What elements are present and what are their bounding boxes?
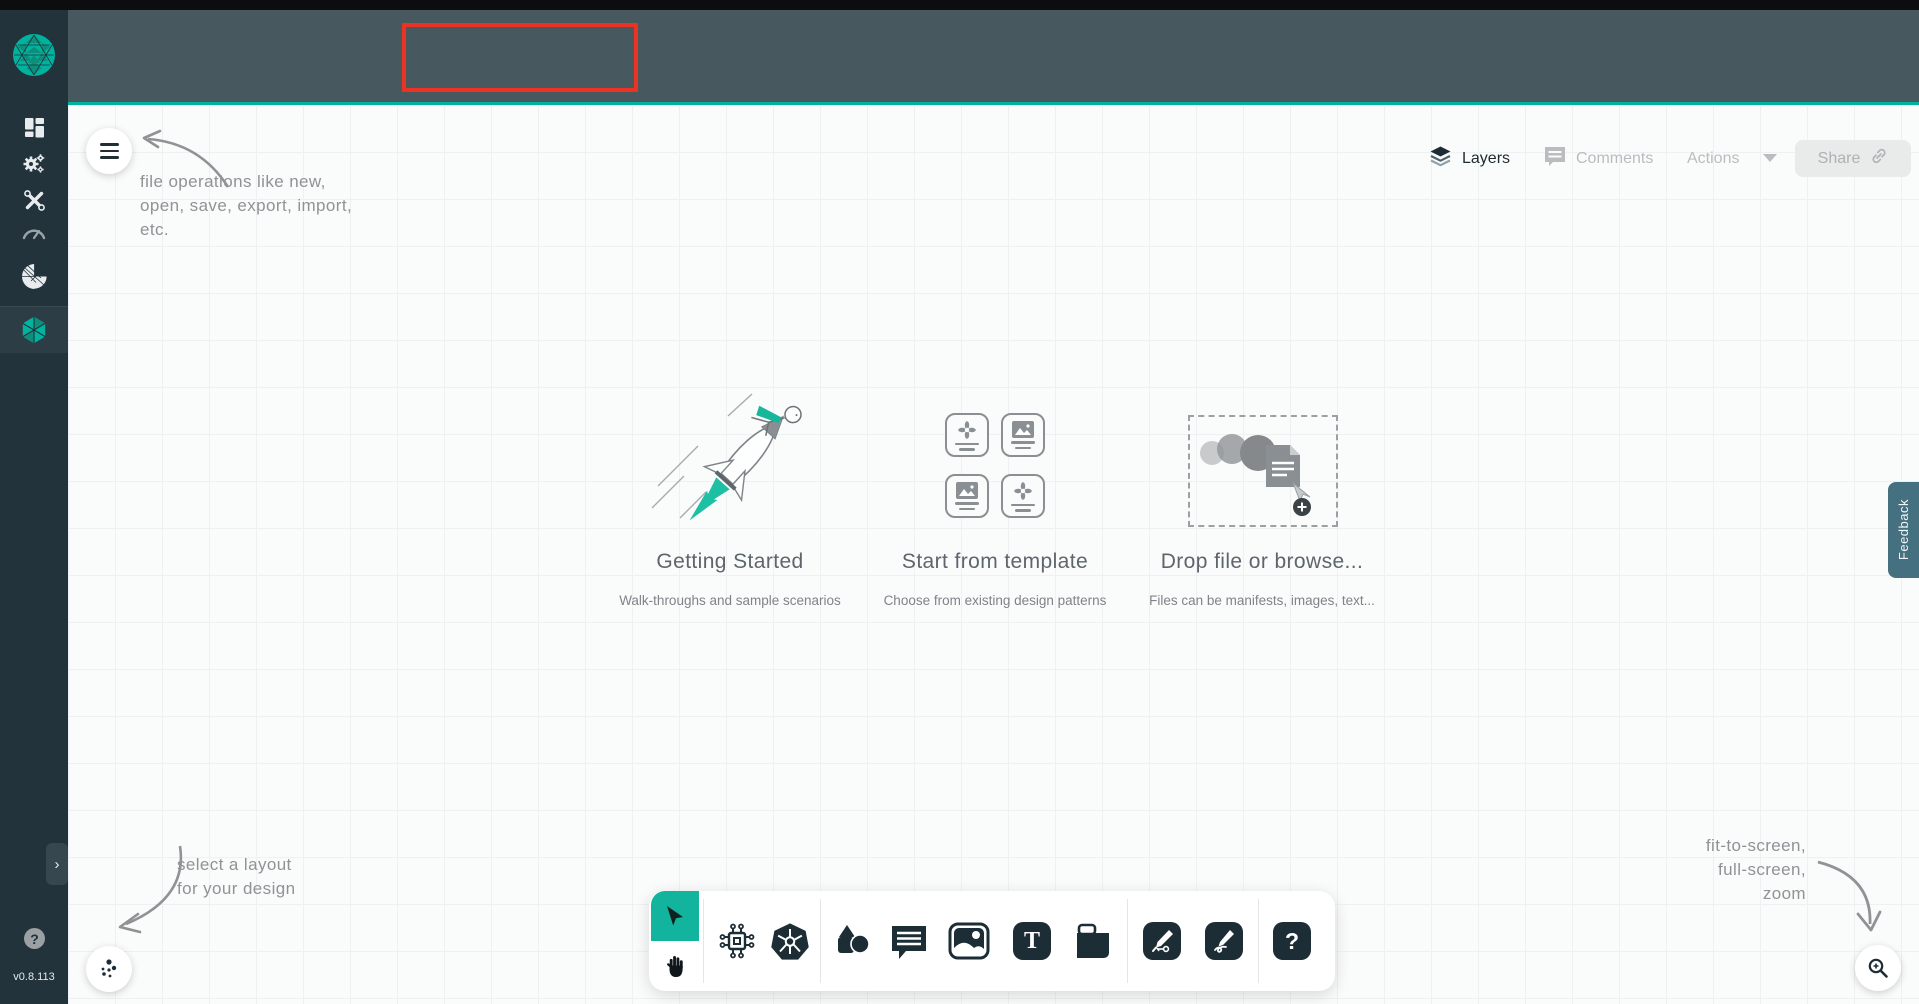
rocket-illustration-icon (651, 393, 802, 521)
help-question-icon: ? (1273, 922, 1311, 960)
kubernetes-icon (771, 922, 809, 960)
section-tool[interactable] (1070, 919, 1116, 963)
select-tool[interactable] (651, 891, 699, 941)
link-icon (1870, 147, 1888, 170)
comment-icon (1543, 145, 1567, 173)
toolbar-divider (1258, 899, 1259, 983)
card-title[interactable]: Drop file or browse... (1152, 550, 1372, 574)
layers-toggle[interactable]: Layers (1428, 140, 1510, 177)
text-tool-icon: T (1013, 922, 1051, 960)
drop-file-zone[interactable] (1188, 415, 1338, 527)
kanvas-app: › ? v0.8.113 KANVAS (0, 0, 1919, 1004)
toolbar-divider (703, 899, 704, 983)
start-from-template-card[interactable] (945, 413, 1045, 523)
card-subtitle: Files can be manifests, images, text... (1149, 593, 1375, 608)
tools-toolbar: T ? (649, 891, 1335, 991)
edge-pen-tool[interactable] (1140, 919, 1184, 963)
annotation-arrow (1817, 860, 1882, 932)
zoom-annotation: fit-to-screen, full-screen, zoom (1705, 836, 1806, 903)
zoom-in-icon (1868, 958, 1888, 978)
image-tool-icon (948, 922, 990, 960)
zoom-button[interactable] (1855, 945, 1901, 991)
app-header (68, 10, 1919, 105)
toolbar-divider (1127, 899, 1128, 983)
toolbar-divider (820, 899, 821, 983)
component-tool[interactable] (715, 919, 759, 963)
caret-down-icon (1762, 150, 1778, 168)
freehand-draw-tool[interactable] (1202, 919, 1246, 963)
card-title[interactable]: Getting Started (610, 550, 850, 574)
kubernetes-tool[interactable] (767, 919, 813, 963)
template-tile-spiral-icon (1001, 474, 1045, 518)
menu-icon (99, 142, 119, 160)
shapes-tool-icon (838, 925, 870, 954)
version-label: v0.8.113 (13, 971, 55, 983)
feedback-tab[interactable]: Feedback (1888, 482, 1919, 578)
text-tool[interactable]: T (1010, 919, 1054, 963)
sidebar-collapse-toggle[interactable]: › (46, 843, 68, 885)
annotation-text-icon (892, 925, 926, 959)
sidebar-item-kanvas[interactable] (0, 312, 68, 348)
template-tile-spiral-icon (945, 413, 989, 457)
layout-dots-icon (101, 959, 117, 978)
file-menu-button[interactable] (86, 128, 132, 174)
drop-file-icon (1200, 434, 1311, 516)
chevron-right-icon: › (54, 855, 60, 873)
performance-gauge-icon[interactable] (0, 219, 68, 245)
comment-tool[interactable] (886, 919, 932, 963)
edge-pen-icon (1143, 922, 1181, 960)
comments-toggle[interactable]: Comments (1543, 140, 1653, 177)
cursor-tool-icon (667, 906, 683, 926)
getting-started-card[interactable] (640, 390, 830, 550)
pan-hand-icon (666, 955, 683, 977)
configuration-tools-icon[interactable] (0, 186, 68, 214)
dashboard-icon[interactable] (0, 113, 68, 141)
share-button[interactable]: Share (1795, 140, 1911, 177)
card-subtitle: Walk-throughs and sample scenarios (619, 593, 841, 608)
component-chip-icon (719, 923, 755, 959)
actions-menu[interactable]: Actions (1687, 140, 1778, 177)
freehand-pencil-icon (1205, 922, 1243, 960)
meshery-logo-icon[interactable] (0, 32, 68, 78)
pan-tool[interactable] (651, 941, 699, 991)
template-tile-image-icon (1001, 413, 1045, 457)
toolbar-help[interactable]: ? (1270, 919, 1314, 963)
window-top-strip (0, 0, 1919, 10)
card-subtitle: Choose from existing design patterns (883, 593, 1107, 608)
tab-shape-icon (1077, 923, 1109, 958)
template-tile-image-icon (945, 474, 989, 518)
layout-annotation: select a layout for your design (177, 855, 296, 898)
extensions-sphere-icon[interactable] (0, 259, 68, 293)
image-tool[interactable] (945, 919, 993, 963)
layers-icon (1428, 144, 1453, 173)
help-icon[interactable]: ? (24, 928, 45, 949)
file-ops-annotation: file operations like new, open, save, ex… (140, 172, 353, 239)
shapes-tool[interactable] (830, 919, 874, 963)
card-title[interactable]: Start from template (885, 550, 1105, 574)
layout-select-button[interactable] (86, 946, 132, 992)
lifecycle-gears-icon[interactable] (0, 150, 68, 178)
